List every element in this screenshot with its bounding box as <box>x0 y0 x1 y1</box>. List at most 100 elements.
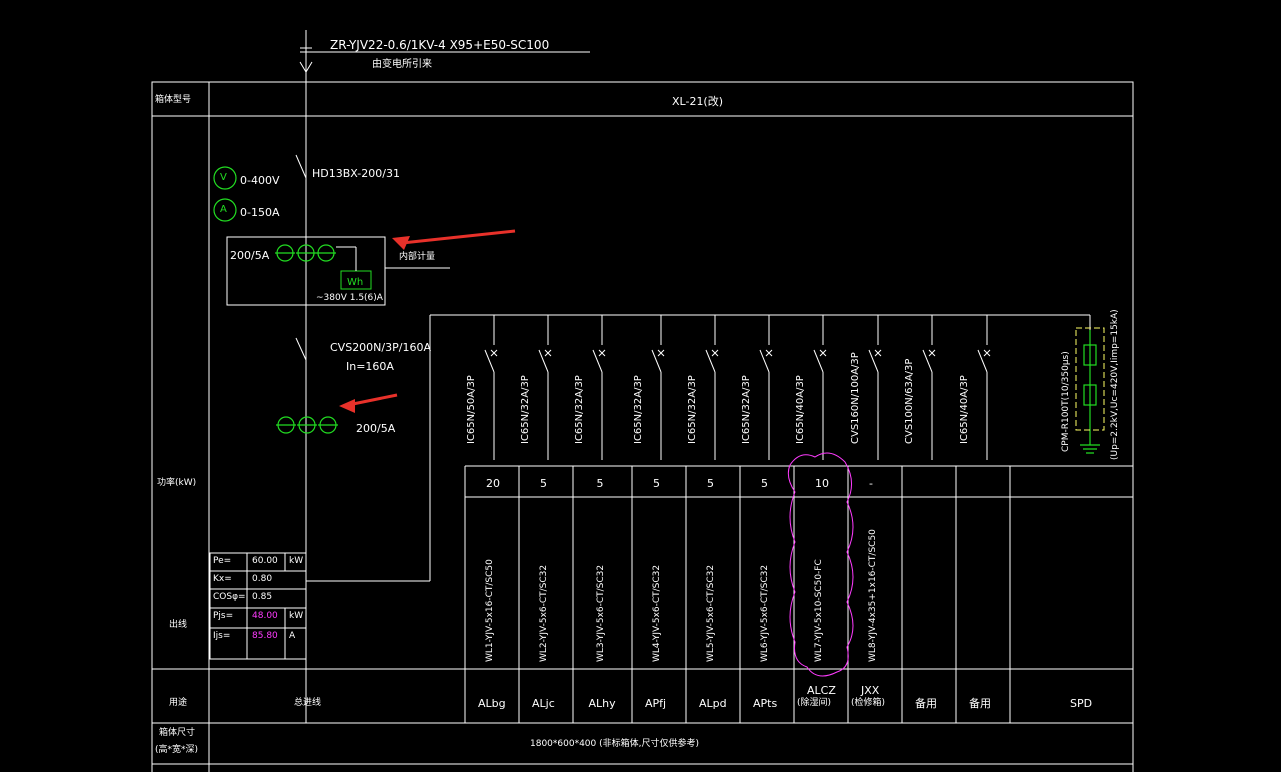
feeder-power-value: 5 <box>653 477 660 490</box>
feeder-power-value: - <box>869 477 873 490</box>
load-value: 0.80 <box>252 574 273 584</box>
load-value: 60.00 <box>252 556 278 566</box>
branch-breaker-blade <box>759 349 770 373</box>
feeder-breaker-spec: IC65N/50A/3P <box>466 375 477 444</box>
feeder-usage-note: (除湿间) <box>797 698 832 708</box>
breaker-x-mark <box>765 349 773 357</box>
feeder-power-value: 10 <box>815 477 829 490</box>
main-breaker-spec: CVS200N/3P/160A <box>330 341 431 354</box>
feeder-power-value: 5 <box>540 477 547 490</box>
breaker-x-mark <box>657 349 665 357</box>
feeder-usage: 备用 <box>915 697 937 710</box>
branch-breaker-blade <box>538 349 549 373</box>
feeder-cable-spec: WL2-YJV-5x6-CT/SC32 <box>539 564 549 662</box>
voltmeter-range: 0-400V <box>240 174 280 187</box>
power-row-label: 功率(kW) <box>157 478 197 488</box>
feeder-breaker-spec: IC65N/32A/3P <box>633 375 644 444</box>
feeder-usage: APfj <box>645 697 667 710</box>
spd-model: CPM-R100T(10/350μs) <box>1061 351 1071 452</box>
feeder-breaker-spec: IC65N/32A/3P <box>687 375 698 444</box>
load-label: COSφ= <box>213 592 246 602</box>
red-arrow-2 <box>347 393 398 407</box>
feeder-breaker-spec: CVS100N/63A/3P <box>904 358 915 444</box>
branch-breaker-blade <box>651 349 662 373</box>
feeder-cable-spec: WL6-YJV-5x6-CT/SC32 <box>760 564 770 662</box>
size-row-label-1: 箱体尺寸 <box>159 728 196 738</box>
branch-breaker-blade <box>868 349 879 373</box>
red-arrow-head-2 <box>339 399 355 413</box>
feeder-usage: ALpd <box>699 697 727 710</box>
load-label: Kx= <box>213 574 232 584</box>
main-usage-label: 总进线 <box>294 698 322 708</box>
breaker-x-mark <box>874 349 882 357</box>
branch-breaker-blade <box>813 349 824 373</box>
feeder-usage: JXX <box>861 684 880 697</box>
branch-breaker-blade <box>484 349 495 373</box>
breaker-x-mark <box>983 349 991 357</box>
feeder-power-value: 5 <box>761 477 768 490</box>
ammeter-symbol-letter: A <box>220 204 227 215</box>
size-row-label-2: (高*宽*深) <box>155 745 199 755</box>
ground-icon <box>1080 444 1100 454</box>
isolator-blade <box>295 154 307 179</box>
wh-meter-letter: Wh <box>347 277 364 288</box>
load-value: 48.00 <box>252 611 278 621</box>
load-label: Pe= <box>213 556 232 566</box>
cabinet-type-value: XL-21(改) <box>672 95 724 108</box>
feeder-cable-spec: WL1-YJV-5x16-CT/SC50 <box>485 559 495 662</box>
annotations <box>339 229 1105 677</box>
feeder-usage: ALbg <box>478 697 506 710</box>
breaker-x-mark <box>598 349 606 357</box>
ct-ratio-1: 200/5A <box>230 249 270 262</box>
feeder-usage-note: (检修箱) <box>851 698 886 708</box>
main-breaker-rating: In=160A <box>346 360 394 373</box>
incoming-cable-source: 由变电所引来 <box>372 59 432 70</box>
feeder-breaker-spec: IC65N/32A/3P <box>574 375 585 444</box>
cabinet-type-label: 箱体型号 <box>155 95 192 105</box>
feeder-usage: ALhy <box>588 697 616 710</box>
breaker-x-mark <box>711 349 719 357</box>
feeder-power-value: 20 <box>486 477 500 490</box>
breaker-x-mark <box>544 349 552 357</box>
feeder-cable-spec: WL7-YJV-5x10-SC50-FC <box>814 559 824 662</box>
feeder-power-value: 5 <box>707 477 714 490</box>
feeder-usage: APts <box>753 697 778 710</box>
load-unit: kW <box>289 556 304 566</box>
ammeter-range: 0-150A <box>240 206 280 219</box>
load-value: 0.85 <box>252 592 273 602</box>
breaker-x-mark <box>928 349 936 357</box>
branch-breaker-blade <box>977 349 988 373</box>
outlet-row-label: 出线 <box>169 620 188 630</box>
meter-spec: ~380V 1.5(6)A <box>316 293 383 303</box>
breaker-x-mark <box>819 349 827 357</box>
load-value: 85.80 <box>252 631 278 641</box>
feeder-cable-spec: WL3-YJV-5x6-CT/SC32 <box>595 564 606 662</box>
branch-breaker-blade <box>922 349 933 373</box>
feeder-breaker-spec: IC65N/32A/3P <box>520 375 531 444</box>
isolator-switch-spec: HD13BX-200/31 <box>312 167 400 180</box>
feeder-breaker-spec: IC65N/40A/3P <box>959 375 970 444</box>
feeder-cable-spec: WL5-YJV-5x6-CT/SC32 <box>706 564 716 662</box>
cabinet-size-value: 1800*600*400 (非标箱体,尺寸仅供参考) <box>530 739 700 749</box>
breaker-x-mark <box>490 349 498 357</box>
branch-breaker-blade <box>592 349 603 373</box>
branch-breaker-blade <box>705 349 716 373</box>
feeder-usage: ALjc <box>532 697 555 710</box>
spd-parameters: (Up=2.2kV,Uc=420V,Iimp=15kA) <box>1110 309 1120 460</box>
feeder-cable-spec: WL4-YJV-5x6-CT/SC32 <box>652 564 662 662</box>
feeder-usage: ALCZ <box>807 684 836 697</box>
wiring <box>226 30 1091 582</box>
load-label: Ijs= <box>213 631 231 641</box>
feeder-usage: 备用 <box>969 697 991 710</box>
feeder-breaker-spec: IC65N/32A/3P <box>741 375 752 444</box>
incoming-cable-spec: ZR-YJV22-0.6/1KV-4 X95+E50-SC100 <box>330 38 550 52</box>
spd-usage: SPD <box>1070 697 1093 710</box>
usage-row-label: 用途 <box>169 698 188 708</box>
feeder-cable-spec: WL8-YJV-4x35+1x16-CT/SC50 <box>868 529 878 662</box>
feeder-power-value: 5 <box>596 477 604 490</box>
red-arrow-1 <box>401 229 516 245</box>
load-unit: A <box>289 631 296 641</box>
voltmeter-symbol-letter: V <box>220 172 227 183</box>
ct-ratio-2: 200/5A <box>356 422 396 435</box>
metering-label: 内部计量 <box>399 252 436 262</box>
